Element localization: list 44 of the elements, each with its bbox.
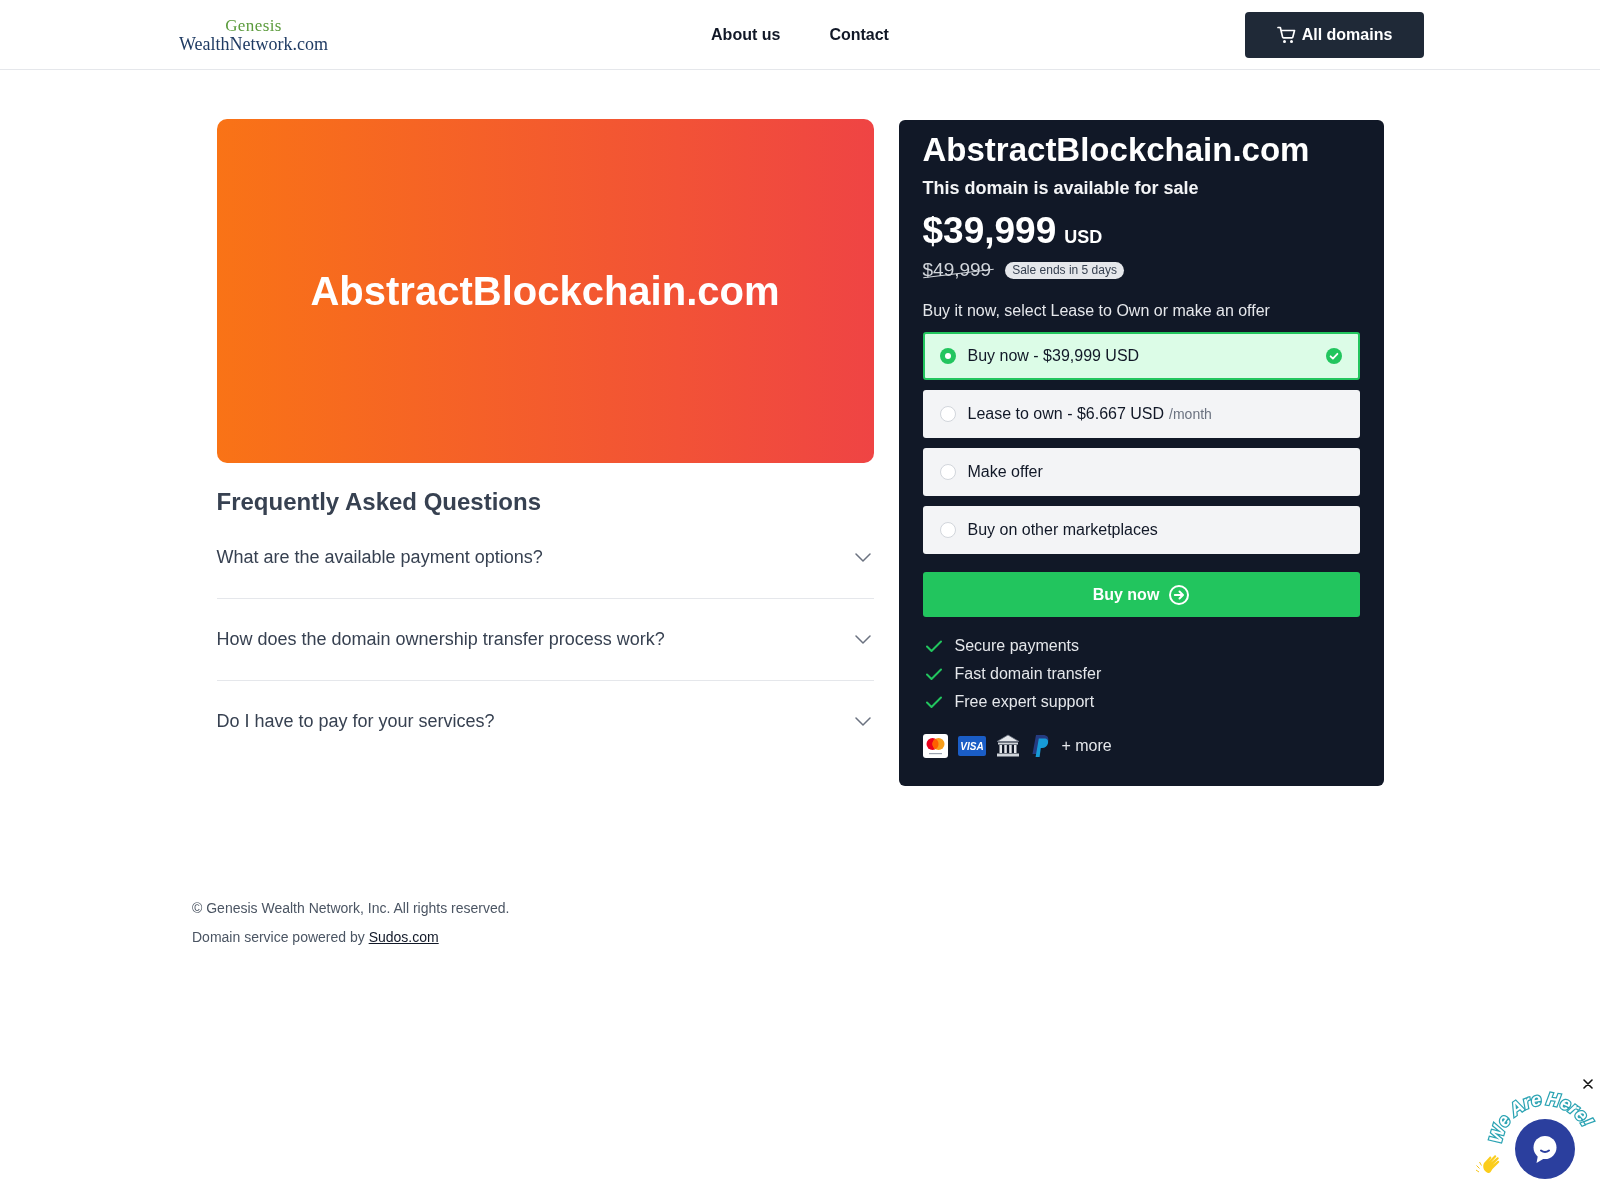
cart-icon <box>1276 25 1296 44</box>
faq-question[interactable]: How does the domain ownership transfer process work? <box>216 599 874 681</box>
copyright-text: © Genesis Wealth Network, Inc. All rights reserved. <box>192 899 511 918</box>
check-icon <box>925 639 942 653</box>
visa-logo: VISA <box>957 736 986 756</box>
bank-icon <box>995 734 1020 758</box>
domain-title: AbstractBlockchain.com <box>922 130 1311 170</box>
purchase-prompt: Buy it now, select Lease to Own or make an offer <box>922 301 1271 321</box>
nav-link[interactable]: About us <box>711 25 781 44</box>
mastercard-icon <box>922 734 948 758</box>
faq-question[interactable]: What are the available payment options? <box>216 517 874 599</box>
radio-icon <box>939 522 956 538</box>
availability-text: This domain is available for sale <box>922 177 1200 200</box>
all-domains-button[interactable]: All domains <box>1245 11 1424 58</box>
radio-icon <box>939 348 956 364</box>
feature-text: Secure payments <box>954 637 1079 655</box>
feature-text: Free expert support <box>954 693 1095 711</box>
nav-link[interactable]: Contact <box>829 25 889 44</box>
faq-heading: Frequently Asked Questions <box>216 487 542 517</box>
purchase-option[interactable]: Lease to own - $6.667 USD /month <box>922 390 1360 438</box>
purchase-option[interactable]: Buy now - $39,999 USD <box>922 332 1360 380</box>
check-circle-icon <box>1325 348 1342 364</box>
sale-badge: Sale ends in 5 days <box>1005 261 1124 279</box>
close-icon[interactable] <box>1583 1079 1593 1089</box>
more-payments-text: + more <box>1061 737 1112 755</box>
purchase-option[interactable]: Buy on other marketplaces <box>922 506 1360 554</box>
check-icon <box>925 695 942 709</box>
currency: USD <box>1064 227 1103 248</box>
price: $39,999 <box>922 209 1057 253</box>
powered-by-text: Domain service powered by Sudos.com <box>192 928 440 947</box>
radio-icon <box>939 464 956 480</box>
chevron-down-icon <box>854 552 871 562</box>
radio-icon <box>939 406 956 422</box>
faq-question[interactable]: Do I have to pay for your services? <box>216 681 874 762</box>
feature-text: Fast domain transfer <box>954 665 1102 683</box>
hero-domain-title: AbstractBlockchain.com <box>310 268 780 315</box>
purchase-option[interactable]: Make offer <box>922 448 1360 496</box>
old-price: $49,999 <box>922 258 994 282</box>
chevron-down-icon <box>854 716 871 726</box>
chevron-down-icon <box>854 634 871 644</box>
arrow-circle-icon <box>1169 584 1190 605</box>
site-logo[interactable]: Genesis WealthNetwork.com <box>176 15 328 54</box>
check-icon <box>925 667 942 681</box>
sudos-link[interactable]: Sudos.com <box>368 929 439 945</box>
